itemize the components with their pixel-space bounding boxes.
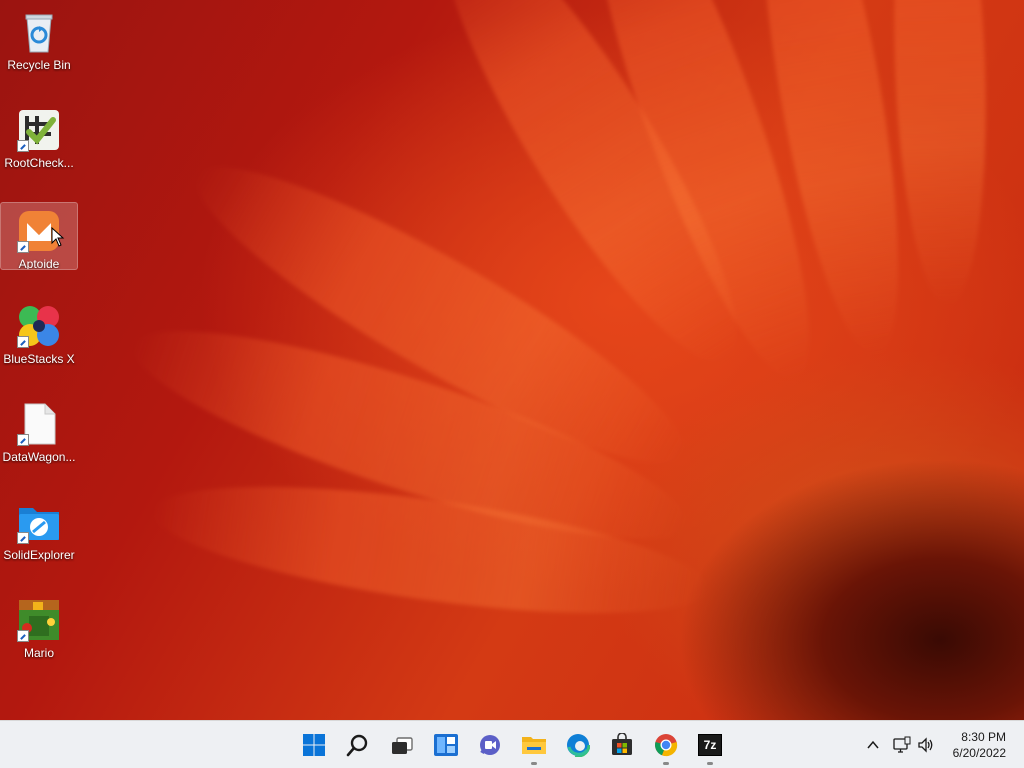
- desktop-icon-label: Mario: [23, 646, 54, 660]
- mouse-cursor-icon: [51, 227, 65, 247]
- widgets-icon: [434, 734, 458, 756]
- chrome-icon: [655, 734, 678, 757]
- store-button[interactable]: [604, 727, 640, 763]
- store-icon: [612, 733, 632, 755]
- volume-button[interactable]: [913, 727, 939, 763]
- desktop-icon-bluestacks[interactable]: BlueStacks X: [0, 298, 78, 370]
- clock[interactable]: 8:30 PM 6/20/2022: [953, 729, 1006, 761]
- volume-icon: [918, 737, 933, 753]
- desktop-icon-datawagon[interactable]: DataWagon...: [0, 396, 78, 468]
- 7zip-icon: 7z: [698, 734, 722, 756]
- running-indicator: [663, 762, 669, 765]
- desktop-icon-label: SolidExplorer: [3, 548, 75, 562]
- shortcut-arrow-icon: [17, 434, 29, 446]
- bluestacks-icon: [17, 304, 61, 348]
- desktop-icon-mario[interactable]: Mario: [0, 592, 78, 664]
- 7zip-label: 7z: [703, 738, 717, 752]
- clock-date: 6/20/2022: [952, 746, 1006, 760]
- chat-icon: [480, 735, 500, 755]
- running-indicator: [531, 762, 537, 765]
- edge-icon: [566, 733, 590, 757]
- file-explorer-icon: [522, 737, 546, 754]
- wallpaper-petal: [886, 0, 994, 307]
- desktop-icon-label: BlueStacks X: [3, 352, 75, 366]
- shortcut-arrow-icon: [17, 336, 29, 348]
- desktop-icon-label: RootCheck...: [4, 156, 74, 170]
- rootchecker-icon: [17, 108, 61, 152]
- shortcut-arrow-icon: [17, 241, 29, 253]
- file-icon: [17, 402, 61, 446]
- desktop-icon-label: Recycle Bin: [7, 58, 71, 72]
- desktop-icon-recycle-bin[interactable]: Recycle Bin: [0, 4, 78, 76]
- network-button[interactable]: [889, 727, 915, 763]
- desktop-icon-label: Aptoide: [18, 257, 60, 269]
- running-indicator: [707, 762, 713, 765]
- network-icon: [893, 736, 911, 753]
- desktop-icon-solidexplorer[interactable]: SolidExplorer: [0, 494, 78, 566]
- show-hidden-icons-button[interactable]: [860, 727, 886, 763]
- start-icon: [303, 734, 325, 756]
- task-view-icon: [392, 737, 413, 754]
- shortcut-arrow-icon: [17, 532, 29, 544]
- desktop-wallpaper[interactable]: Recycle Bin RootCheck... Aptoide BlueSta…: [0, 0, 1024, 720]
- chat-button[interactable]: [472, 727, 508, 763]
- search-icon: [346, 734, 368, 757]
- recycle-bin-icon: [17, 10, 61, 54]
- start-button[interactable]: [296, 727, 332, 763]
- file-explorer-button[interactable]: [516, 727, 552, 765]
- chevron-up-icon: [867, 740, 879, 749]
- clock-time: 8:30 PM: [961, 730, 1006, 744]
- widgets-button[interactable]: [428, 727, 464, 763]
- desktop-icon-label: DataWagon...: [2, 450, 76, 464]
- mario-icon: [17, 598, 61, 642]
- desktop-icon-rootchecker[interactable]: RootCheck...: [0, 102, 78, 174]
- shortcut-arrow-icon: [17, 140, 29, 152]
- desktop-icon-aptoide[interactable]: Aptoide: [0, 202, 78, 270]
- chrome-button[interactable]: [648, 727, 684, 765]
- 7zip-button[interactable]: 7z: [692, 727, 728, 765]
- task-view-button[interactable]: [384, 727, 420, 763]
- taskbar: 7z 8:30 PM 6/20/2022: [0, 720, 1024, 768]
- solid-explorer-icon: [17, 500, 61, 544]
- shortcut-arrow-icon: [17, 630, 29, 642]
- edge-button[interactable]: [560, 727, 596, 763]
- search-button[interactable]: [340, 727, 376, 763]
